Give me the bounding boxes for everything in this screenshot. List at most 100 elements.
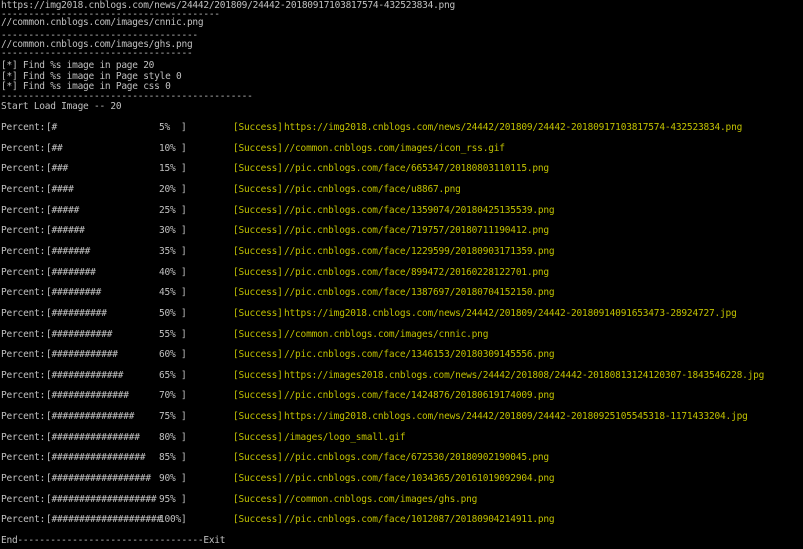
image-url: //common.cnblogs.com/images/cnnic.png [284, 328, 489, 340]
image-url: /images/logo_small.gif [284, 431, 406, 443]
progress-bracket: ] [181, 328, 187, 340]
image-url: //pic.cnblogs.com/face/719757/2018071119… [284, 225, 549, 237]
success-status: [Success] [233, 473, 283, 485]
image-url: //pic.cnblogs.com/face/1034365/201610190… [284, 473, 555, 485]
progress-bar-text: [############# [46, 369, 124, 381]
progress-percent: 65% [159, 369, 176, 381]
progress-bar-text: [########### [46, 328, 113, 340]
progress-bracket: ] [181, 287, 187, 299]
progress-label: Percent: [1, 349, 46, 361]
progress-bracket: ] [181, 225, 187, 237]
success-status: [Success] [233, 204, 283, 216]
progress-bar-text: [## [46, 142, 63, 154]
image-url: //pic.cnblogs.com/face/672530/2018090219… [284, 452, 549, 464]
image-url: //pic.cnblogs.com/face/1424876/201806191… [284, 390, 555, 402]
end-exit-line: End----------------------------------Exi… [1, 535, 226, 546]
progress-bracket: ] [181, 411, 187, 423]
progress-label: Percent: [1, 266, 46, 278]
progress-bracket: ] [181, 266, 187, 278]
progress-label: Percent: [1, 431, 46, 443]
progress-bracket: ] [181, 183, 187, 195]
success-status: [Success] [233, 225, 283, 237]
progress-percent: 25% [159, 204, 176, 216]
header-line: [*] Find %s image in page 20 [1, 60, 155, 71]
progress-label: Percent: [1, 473, 46, 485]
progress-bracket: ] [181, 122, 187, 133]
success-status: [Success] [233, 390, 283, 402]
image-url: //pic.cnblogs.com/face/1387697/201807041… [284, 287, 555, 299]
console-output: https://img2018.cnblogs.com/news/24442/2… [1, 0, 803, 549]
progress-label: Percent: [1, 411, 46, 423]
progress-percent: 5% [159, 122, 171, 133]
progress-percent: 75% [159, 411, 176, 423]
progress-bar-text: [################## [46, 473, 151, 485]
image-url: https://img2018.cnblogs.com/news/24442/2… [284, 411, 748, 423]
progress-bracket: ] [181, 369, 187, 381]
progress-percent: 40% [159, 266, 176, 278]
progress-percent: 60% [159, 349, 176, 361]
progress-percent: 55% [159, 328, 176, 340]
progress-percent: 35% [159, 245, 176, 257]
success-status: [Success] [233, 514, 283, 526]
success-status: [Success] [233, 142, 283, 154]
progress-percent: 45% [159, 287, 176, 299]
progress-label: Percent: [1, 142, 46, 154]
image-url: https://img2018.cnblogs.com/news/24442/2… [284, 122, 743, 133]
image-url: //pic.cnblogs.com/face/899472/2016022812… [284, 266, 549, 278]
success-status: [Success] [233, 431, 283, 443]
progress-percent: 80% [159, 431, 176, 443]
success-status: [Success] [233, 349, 283, 361]
progress-label: Percent: [1, 390, 46, 402]
image-url: //pic.cnblogs.com/face/1359074/201804251… [284, 204, 555, 216]
progress-bracket: ] [181, 473, 187, 485]
progress-bracket: ] [181, 452, 187, 464]
progress-bracket: ] [181, 204, 187, 216]
progress-label: Percent: [1, 328, 46, 340]
progress-bracket: ] [181, 142, 187, 154]
image-url: //pic.cnblogs.com/face/665347/2018080311… [284, 163, 549, 175]
progress-bracket: ] [181, 307, 187, 319]
progress-bar-text: [####### [46, 245, 91, 257]
progress-percent: 50% [159, 307, 176, 319]
image-url: //common.cnblogs.com/images/icon_rss.gif [284, 142, 505, 154]
progress-percent: 15% [159, 163, 176, 175]
image-url: https://images2018.cnblogs.com/news/2444… [284, 369, 765, 381]
success-status: [Success] [233, 287, 283, 299]
progress-bar-text: [###### [46, 225, 85, 237]
success-status: [Success] [233, 183, 283, 195]
progress-percent: 85% [159, 452, 176, 464]
image-url: https://img2018.cnblogs.com/news/24442/2… [284, 307, 737, 319]
progress-label: Percent: [1, 122, 46, 133]
progress-label: Percent: [1, 514, 46, 526]
progress-label: Percent: [1, 307, 46, 319]
progress-bar-text: [############### [46, 411, 135, 423]
success-status: [Success] [233, 266, 283, 278]
progress-label: Percent: [1, 183, 46, 195]
success-status: [Success] [233, 369, 283, 381]
progress-label: Percent: [1, 287, 46, 299]
progress-bar-text: [### [46, 163, 69, 175]
progress-percent: 30% [159, 225, 176, 237]
progress-bar-text: [################### [46, 493, 157, 505]
success-status: [Success] [233, 245, 283, 257]
progress-bracket: ] [181, 431, 187, 443]
progress-percent: 95% [159, 493, 176, 505]
progress-bar-text: [##### [46, 204, 80, 216]
progress-bar-text: [#################### [46, 514, 162, 526]
image-url: //pic.cnblogs.com/face/u8867.png [284, 183, 461, 195]
progress-bar-text: [################ [46, 431, 140, 443]
start-load-line: Start Load Image -- 20 [1, 101, 122, 112]
progress-bar-text: [######## [46, 266, 96, 278]
progress-percent: 100% [159, 514, 182, 526]
progress-percent: 70% [159, 390, 176, 402]
success-status: [Success] [233, 122, 283, 133]
progress-percent: 10% [159, 142, 176, 154]
image-url: //common.cnblogs.com/images/ghs.png [284, 493, 478, 505]
progress-bracket: ] [181, 245, 187, 257]
image-url: //pic.cnblogs.com/face/1346153/201803091… [284, 349, 555, 361]
header-line: //common.cnblogs.com/images/cnnic.png [1, 17, 204, 28]
progress-bar-text: [# [46, 122, 58, 133]
separator-line: ----------------------------------- [1, 48, 193, 59]
progress-bracket: ] [181, 163, 187, 175]
progress-label: Percent: [1, 452, 46, 464]
